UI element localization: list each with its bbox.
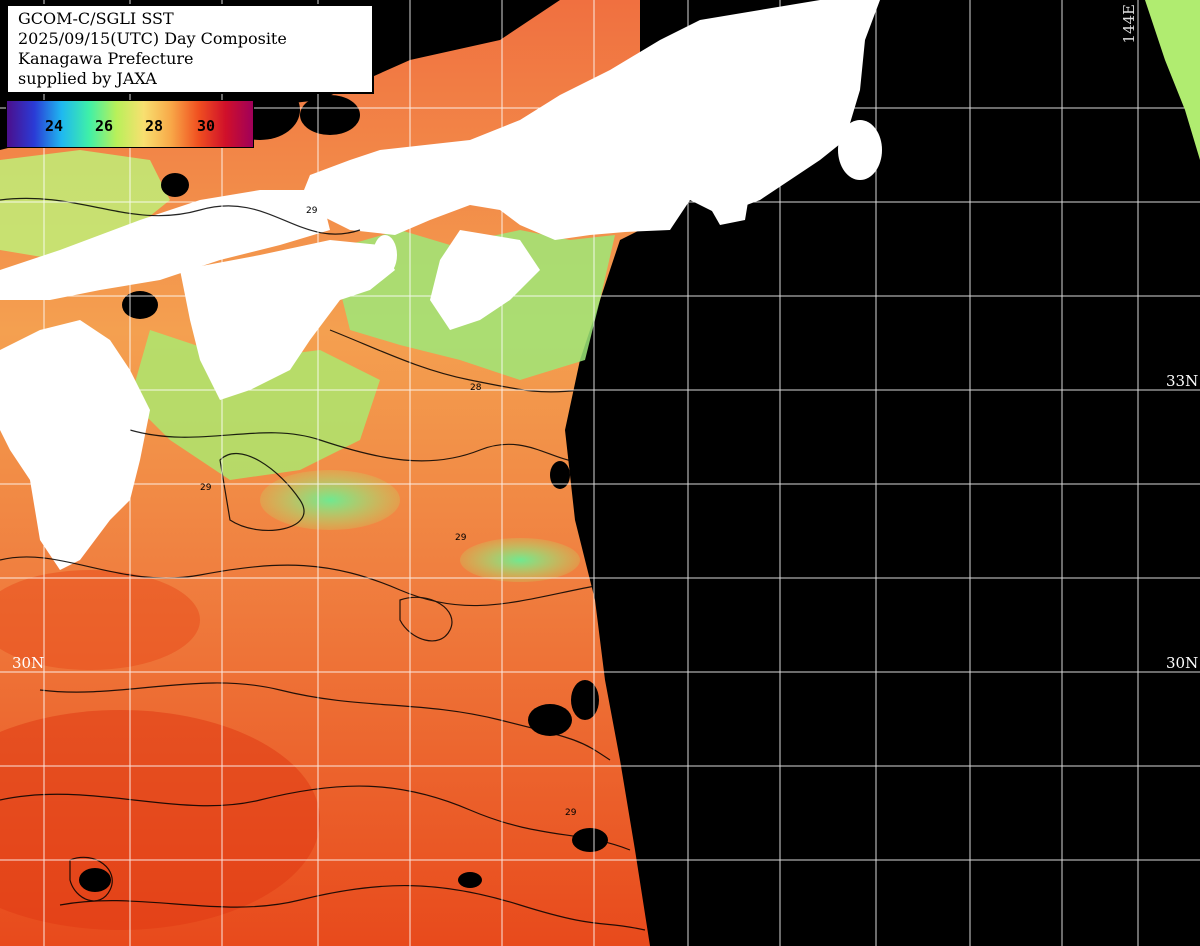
cool-patch-east [460, 538, 580, 582]
sst-colorbar: 24 26 28 30 [6, 100, 254, 148]
title-region: Kanagawa Prefecture [18, 49, 194, 68]
sst-map: 29 28 29 29 29 GCOM-C/SGLI SST 2025/09/1… [0, 0, 1200, 946]
title-credit: supplied by JAXA [18, 69, 157, 88]
colorbar-tick-label: 26 [95, 117, 114, 135]
contour-label: 28 [470, 383, 482, 393]
contour-label: 29 [565, 808, 577, 818]
sst-field-northeast [1145, 0, 1200, 160]
colorbar-tick-label: 28 [145, 117, 164, 135]
title-product: GCOM-C/SGLI SST [18, 9, 174, 28]
title-date: 2025/09/15(UTC) Day Composite [18, 29, 287, 48]
contour-label: 29 [200, 483, 212, 493]
land-boso-peninsula [838, 120, 882, 180]
colorbar-tick-label: 24 [45, 117, 64, 135]
lat-label-30n-left: 30N [12, 654, 45, 672]
land-awaji-island [373, 235, 397, 275]
lat-label-30n-right: 30N [1166, 654, 1199, 672]
contour-label: 29 [455, 533, 467, 543]
contour-label: 29 [306, 206, 318, 216]
lat-label-33n: 33N [1166, 372, 1199, 390]
colorbar-tick-label: 30 [197, 117, 216, 135]
cool-patch-mid [260, 470, 400, 530]
lon-label-144e: 144E [1120, 4, 1138, 44]
map-title-box: GCOM-C/SGLI SST 2025/09/15(UTC) Day Comp… [6, 4, 374, 94]
